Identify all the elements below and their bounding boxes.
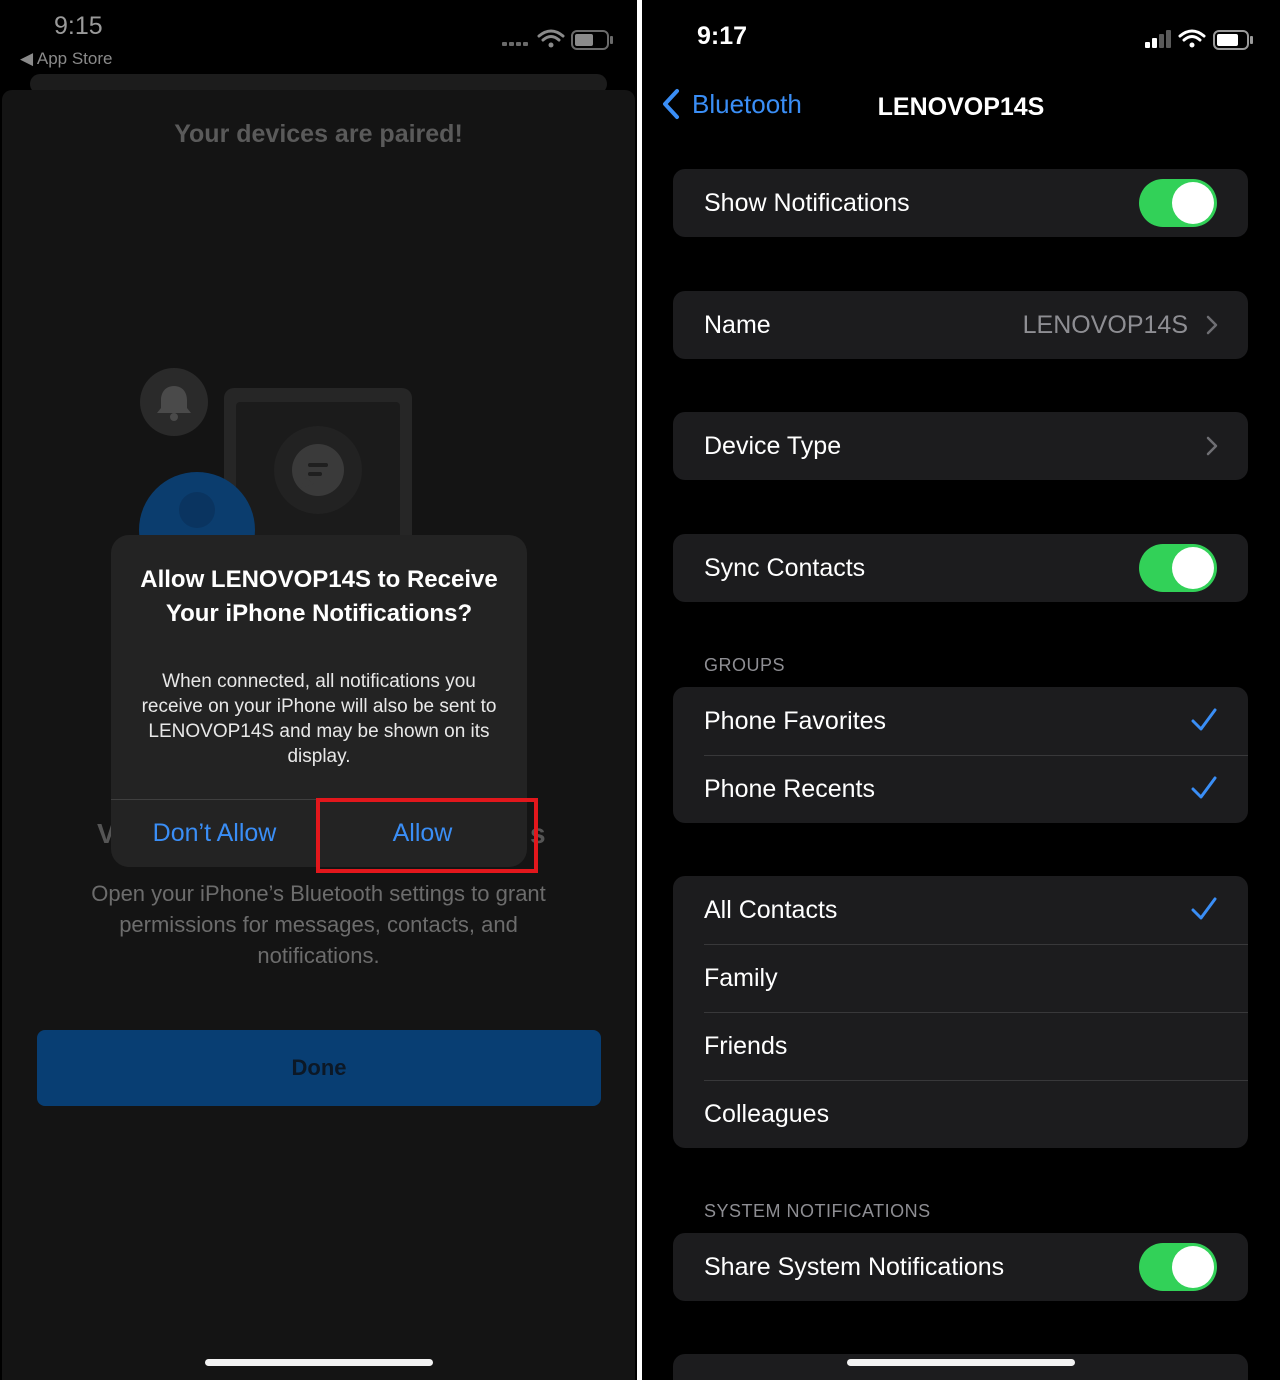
alert-message: When connected, all notifications you re…	[141, 671, 497, 767]
pairing-illustration	[139, 368, 412, 550]
home-indicator[interactable]	[205, 1359, 433, 1366]
status-time: 9:15	[54, 12, 103, 40]
group-row-phone-recents[interactable]: Phone Recents	[673, 755, 1248, 823]
contact-row-family[interactable]: Family	[673, 944, 1248, 1012]
device-type-label: Device Type	[704, 431, 842, 460]
chat-bubble-icon	[292, 444, 344, 496]
next-group-partial	[673, 1354, 1248, 1380]
contact-row-friends[interactable]: Friends	[673, 1012, 1248, 1080]
name-row[interactable]: Name LENOVOP14S	[673, 291, 1248, 359]
back-to-app-store-link[interactable]: ◀ App Store	[20, 49, 112, 69]
contact-label: Family	[704, 963, 778, 992]
contact-label: All Contacts	[704, 895, 838, 924]
share-system-notifications-toggle[interactable]	[1139, 1243, 1217, 1291]
checkmark-icon	[1191, 708, 1217, 731]
contacts-list: All Contacts Family Friends Colleagues	[673, 876, 1248, 1148]
paired-title: Your devices are paired!	[174, 120, 463, 148]
sync-contacts-row: Sync Contacts	[673, 534, 1248, 602]
contact-label: Friends	[704, 1031, 788, 1060]
group-label: Phone Favorites	[704, 706, 887, 735]
name-group: Name LENOVOP14S	[673, 291, 1248, 359]
name-value: LENOVOP14S	[1022, 310, 1188, 339]
right-screenshot: 9:17 Bluetooth LENOVOP14S Show Notificat…	[642, 0, 1280, 1380]
status-icons	[1145, 29, 1253, 50]
permissions-instructions: Open your iPhone’s Bluetooth settings to…	[91, 881, 546, 968]
show-notifications-group: Show Notifications	[673, 169, 1248, 237]
device-type-row[interactable]: Device Type	[673, 412, 1248, 480]
status-time: 9:17	[697, 22, 748, 50]
dont-allow-button[interactable]: Don’t Allow	[111, 799, 318, 867]
done-button[interactable]: Done	[37, 1030, 601, 1106]
contact-row-colleagues[interactable]: Colleagues	[673, 1080, 1248, 1148]
chevron-right-icon	[1206, 436, 1218, 456]
share-system-notifications-label: Share System Notifications	[704, 1252, 1005, 1281]
alert-title: Allow LENOVOP14S to Receive Your iPhone …	[140, 566, 498, 627]
show-notifications-label: Show Notifications	[704, 188, 910, 217]
group-row-phone-favorites[interactable]: Phone Favorites	[673, 687, 1248, 755]
sync-contacts-toggle[interactable]	[1139, 544, 1217, 592]
show-notifications-row: Show Notifications	[673, 169, 1248, 237]
page-title: LENOVOP14S	[877, 93, 1045, 121]
contact-row-all-contacts[interactable]: All Contacts	[673, 876, 1248, 944]
contact-label: Colleagues	[704, 1099, 830, 1128]
device-type-group: Device Type	[673, 412, 1248, 480]
system-notifications-section-header: SYSTEM NOTIFICATIONS	[704, 1201, 931, 1221]
home-indicator[interactable]	[847, 1359, 1075, 1366]
sync-contacts-label: Sync Contacts	[704, 553, 866, 582]
name-label: Name	[704, 310, 771, 339]
allow-highlight-box	[316, 798, 538, 873]
checkmark-icon	[1191, 776, 1217, 799]
checkmark-icon	[1191, 897, 1217, 920]
left-screenshot: 9:15 ◀ App Store Your devices are paired…	[0, 0, 637, 1380]
share-system-group: Share System Notifications	[673, 1233, 1248, 1301]
groups-section-header: GROUPS	[704, 655, 786, 675]
chevron-right-icon	[1206, 315, 1218, 335]
done-button-label: Done	[291, 1055, 347, 1080]
groups-list: Phone Favorites Phone Recents	[673, 687, 1248, 823]
sync-contacts-group: Sync Contacts	[673, 534, 1248, 602]
show-notifications-toggle[interactable]	[1139, 179, 1217, 227]
group-label: Phone Recents	[704, 774, 875, 803]
share-system-notifications-row: Share System Notifications	[673, 1233, 1248, 1301]
status-icons	[502, 29, 613, 50]
